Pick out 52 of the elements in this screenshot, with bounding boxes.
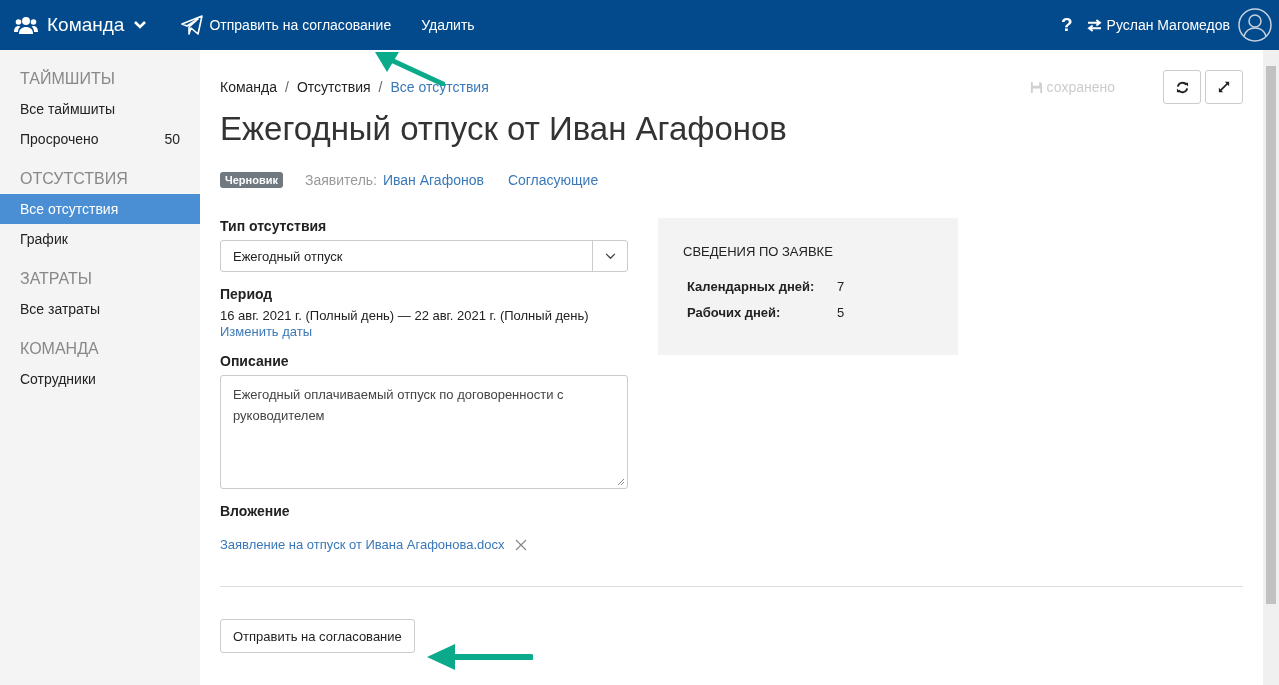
breadcrumb[interactable]: Команда — [220, 79, 278, 95]
help-link[interactable]: ? — [1060, 14, 1073, 36]
expand-arrows-icon — [1218, 81, 1230, 93]
sidebar-item[interactable]: График — [0, 224, 200, 254]
sidebar-item[interactable]: Все затраты — [0, 294, 200, 324]
summary-value: 7 — [837, 279, 845, 294]
summary-label: Рабочих дней: — [687, 305, 782, 320]
sidebar-item[interactable]: Все таймшиты — [0, 94, 200, 124]
sidebar-item[interactable]: Просрочено 50 — [0, 124, 200, 154]
approvers-link[interactable]: Согласующие — [507, 172, 599, 188]
field-label: Тип отсутствия — [220, 218, 328, 234]
section-heading: ОТСУТСТВИЯ — [19, 170, 129, 188]
submit-button[interactable]: Отправить на согласование — [220, 619, 415, 653]
summary-title: СВЕДЕНИЯ ПО ЗАЯВКЕ — [683, 244, 834, 259]
close-icon[interactable] — [514, 538, 527, 551]
field-label: Период — [220, 286, 274, 302]
applicant-label: Заявитель: — [304, 172, 377, 188]
change-dates-link[interactable]: Изменить даты — [220, 324, 313, 339]
toolbar-action[interactable]: Удалить — [421, 17, 475, 33]
breadcrumb[interactable]: Все отсутствия — [390, 79, 489, 95]
breadcrumb-separator: / — [285, 79, 289, 95]
period-text: 16 авг. 2021 г. (Полный день) — 22 авг. 2021 г. (Полный день) — [220, 308, 590, 323]
attachment-link[interactable]: Заявление на отпуск от Ивана Агафонова.docx — [220, 537, 505, 552]
page-title: Ежегодный отпуск от Иван Агафонов — [220, 110, 788, 148]
section-heading: ТАЙМШИТЫ — [19, 70, 116, 88]
refresh-icon — [1175, 80, 1189, 94]
switch-arrows-icon[interactable] — [1086, 18, 1102, 32]
summary-value: 5 — [837, 305, 845, 320]
status-badge: Черновик — [220, 172, 283, 188]
breadcrumb[interactable]: Отсутствия — [296, 79, 371, 95]
section-heading: КОМАНДА — [19, 340, 100, 358]
description-field[interactable]: Ежегодный оплачиваемый отпуск по договоренности с руководителем — [220, 375, 628, 489]
field-label: Описание — [220, 353, 290, 369]
chevron-down-icon[interactable] — [133, 20, 148, 30]
absence-type-dropdown[interactable]: Ежегодный отпуск — [220, 240, 628, 272]
user-name[interactable]: Руслан Магомедов — [1106, 17, 1230, 33]
chevron-down-icon — [604, 252, 616, 260]
people-icon — [14, 15, 38, 35]
sidebar-item[interactable]: Сотрудники — [0, 364, 200, 394]
resize-grip-icon[interactable] — [617, 478, 625, 486]
scrollbar[interactable] — [1263, 50, 1279, 685]
applicant-link[interactable]: Иван Агафонов — [383, 172, 484, 188]
expand-button[interactable] — [1205, 70, 1243, 104]
section-heading: ЗАТРАТЫ — [19, 270, 93, 288]
breadcrumb-separator: / — [378, 79, 383, 95]
field-label: Вложение — [220, 503, 291, 519]
avatar-icon[interactable] — [1238, 8, 1272, 42]
summary-label: Календарных дней: — [687, 279, 816, 294]
toolbar-action[interactable]: Отправить на согласование — [209, 17, 392, 33]
app-title[interactable]: Команда — [47, 14, 125, 36]
refresh-button[interactable] — [1163, 70, 1201, 104]
paper-plane-icon[interactable] — [181, 15, 204, 35]
